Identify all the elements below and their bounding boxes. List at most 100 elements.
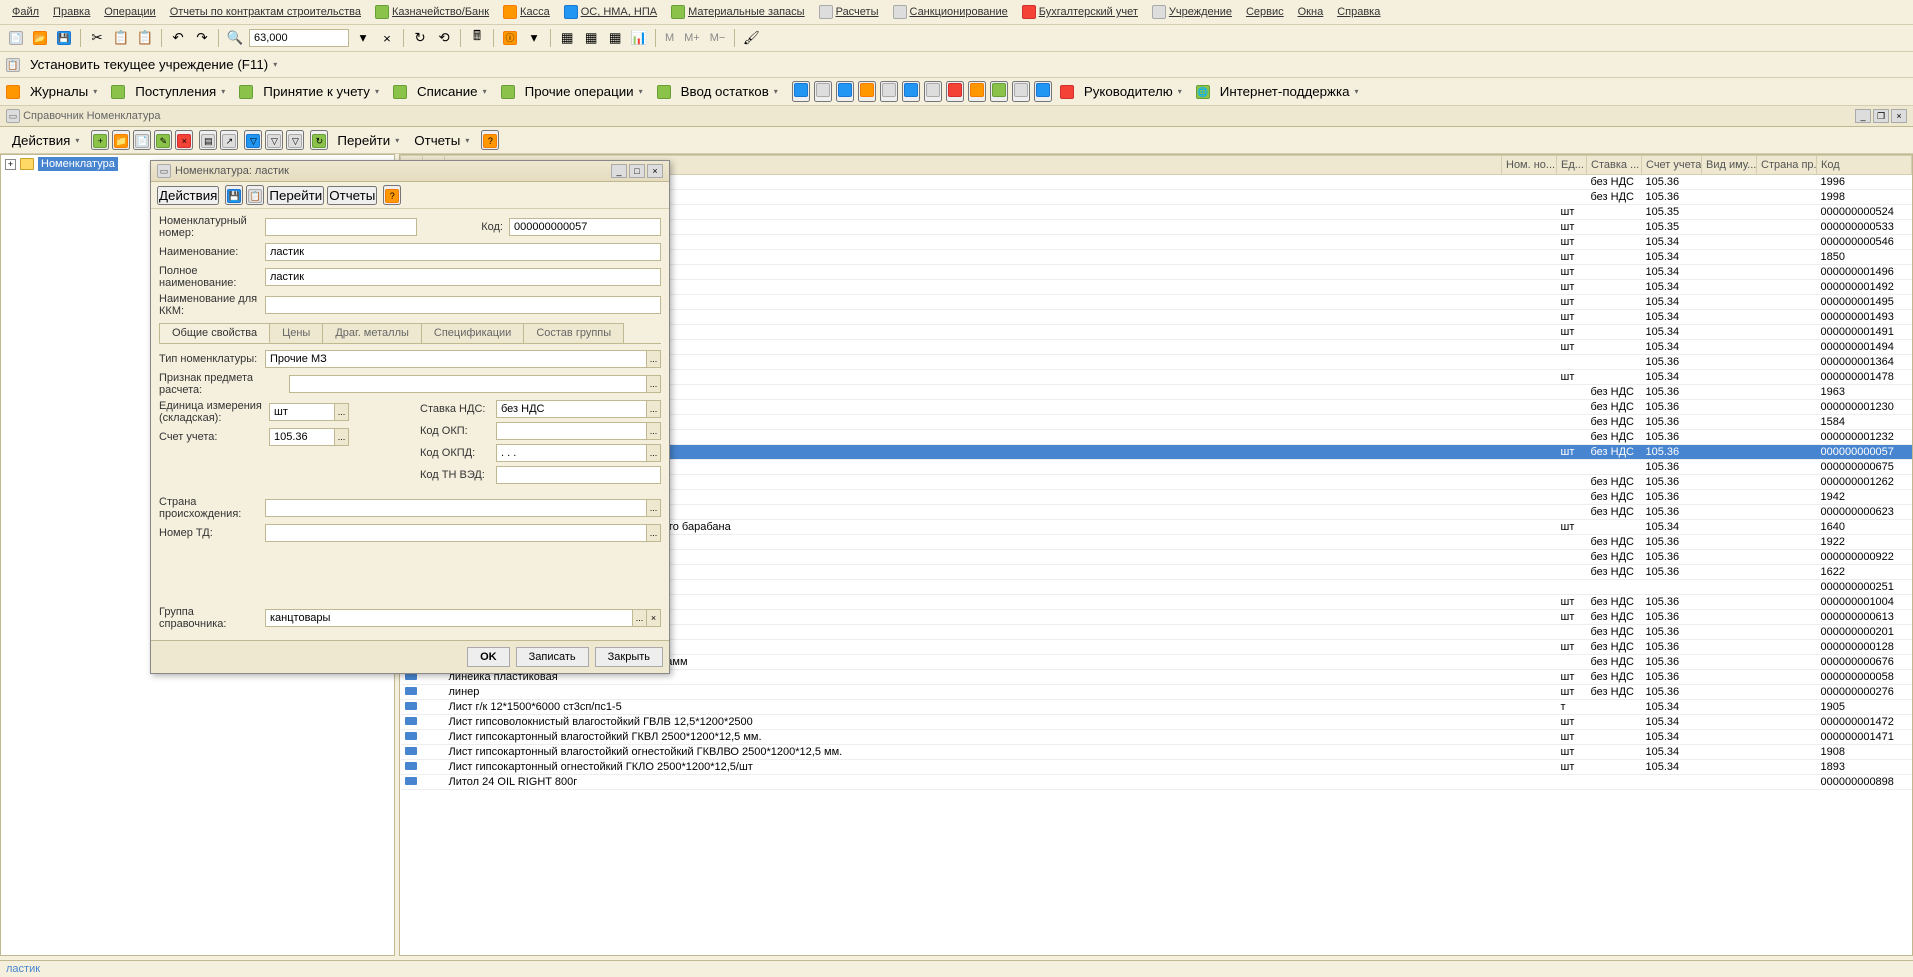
select-vat[interactable]: без НДС... — [496, 400, 661, 418]
save-button-dialog[interactable]: Записать — [516, 647, 589, 667]
menu-operations[interactable]: Операции — [98, 4, 161, 20]
select-country[interactable]: ... — [265, 499, 661, 517]
select-calcattr[interactable]: ... — [289, 375, 661, 393]
menu-os[interactable]: ОС, НМА, НПА — [558, 3, 663, 21]
copy-item-button[interactable]: 📄 — [133, 130, 151, 150]
select-type[interactable]: Прочие МЗ... — [265, 350, 661, 368]
table-row[interactable]: Лист гипсокартонный влагостойкий огнесто… — [401, 745, 1912, 760]
catalog-minimize[interactable]: _ — [1855, 109, 1871, 123]
menu-file[interactable]: Файл — [6, 4, 45, 20]
copy-button[interactable]: 📋 — [111, 28, 131, 48]
dialog-goto[interactable]: Перейти — [267, 186, 324, 205]
calc-button[interactable]: 🖩 — [467, 28, 487, 48]
tb8[interactable] — [946, 81, 964, 102]
table-row[interactable]: линерштбез НДС105.36000000000276 — [401, 685, 1912, 700]
dialog-close[interactable]: × — [647, 164, 663, 178]
info-drop[interactable]: ▾ — [524, 28, 544, 48]
col-country[interactable]: Страна пр... — [1757, 156, 1817, 175]
nav-button[interactable]: ⟲ — [434, 28, 454, 48]
help-button[interactable]: ? — [481, 130, 499, 150]
style-button[interactable]: 🖌 — [741, 28, 761, 48]
dialog-save-toolbar[interactable]: 💾 — [225, 185, 243, 205]
dialog-copy-toolbar[interactable]: 📋 — [246, 185, 264, 205]
col-vat[interactable]: Ставка ... — [1587, 156, 1642, 175]
table-row[interactable]: Лист гипсокартонный влагостойкий ГКВЛ 25… — [401, 730, 1912, 745]
catalog-goto[interactable]: Перейти — [331, 131, 405, 150]
ok-button[interactable]: OK — [467, 647, 510, 667]
refresh-button[interactable]: ↻ — [410, 28, 430, 48]
menu-org[interactable]: Учреждение — [1146, 3, 1238, 21]
tab-general[interactable]: Общие свойства — [159, 323, 270, 343]
dialog-titlebar[interactable]: ▭Номенклатура: ластик _ □ × — [151, 161, 669, 182]
filter-off-button[interactable]: ▽ — [265, 130, 283, 150]
catalog-close[interactable]: × — [1891, 109, 1907, 123]
add-button[interactable]: + — [91, 130, 109, 150]
search-input[interactable] — [249, 29, 349, 47]
tb12[interactable] — [1034, 81, 1052, 102]
menu-materials[interactable]: Материальные запасы — [665, 3, 811, 21]
select-td[interactable]: ... — [265, 524, 661, 542]
table-row[interactable]: Лист г/к 12*1500*6000 ст3сп/пс1-5т105.34… — [401, 700, 1912, 715]
add-folder-button[interactable]: 📁 — [112, 130, 130, 150]
tb9[interactable] — [968, 81, 986, 102]
menu-contract-reports[interactable]: Отчеты по контрактам строительства — [164, 4, 367, 20]
hierarchy-button[interactable]: ▤ — [199, 130, 217, 150]
redo-button[interactable]: ↷ — [192, 28, 212, 48]
paste-button[interactable]: 📋 — [135, 28, 155, 48]
input-nomno[interactable] — [265, 218, 417, 236]
input-code[interactable] — [509, 218, 661, 236]
delete-button[interactable]: × — [175, 130, 193, 150]
manager-button[interactable]: Руководителю — [1078, 82, 1188, 101]
writeoff-button[interactable]: Списание — [411, 82, 493, 101]
menu-edit[interactable]: Правка — [47, 4, 96, 20]
menu-calc[interactable]: Расчеты — [813, 3, 885, 21]
input-name[interactable] — [265, 243, 661, 261]
select-group[interactable]: канцтовары...× — [265, 609, 661, 627]
select-type-btn[interactable]: ... — [646, 351, 660, 367]
col-kind[interactable]: Вид иму... — [1702, 156, 1757, 175]
select-okpd[interactable]: . . .... — [496, 444, 661, 462]
dialog-help[interactable]: ? — [383, 185, 401, 205]
search-button[interactable]: 🔍 — [225, 28, 245, 48]
accept-button[interactable]: Принятие к учету — [257, 82, 385, 101]
tab-precmetals[interactable]: Драг. металлы — [322, 323, 422, 343]
menu-cash[interactable]: Касса — [497, 3, 556, 21]
grid-button[interactable]: ▦ — [557, 28, 577, 48]
grid3-button[interactable]: ▦ — [605, 28, 625, 48]
menu-help[interactable]: Справка — [1331, 4, 1386, 20]
other-ops-button[interactable]: Прочие операции — [519, 82, 649, 101]
save-button[interactable]: 💾 — [54, 28, 74, 48]
menu-treasury[interactable]: Казначейство/Банк — [369, 3, 495, 21]
grid2-button[interactable]: ▦ — [581, 28, 601, 48]
col-code[interactable]: Код — [1817, 156, 1912, 175]
input-fullname[interactable] — [265, 268, 661, 286]
tb7[interactable] — [924, 81, 942, 102]
tab-group[interactable]: Состав группы — [523, 323, 624, 343]
journals-button[interactable]: Журналы — [24, 82, 103, 101]
select-okp[interactable]: ... — [496, 422, 661, 440]
filter-button[interactable]: ▽ — [244, 130, 262, 150]
select-acct[interactable]: 105.36... — [269, 428, 349, 446]
open-button[interactable]: 📂 — [30, 28, 50, 48]
tab-specs[interactable]: Спецификации — [421, 323, 524, 343]
col-unit[interactable]: Ед... — [1557, 156, 1587, 175]
menu-service[interactable]: Сервис — [1240, 4, 1290, 20]
edit-button[interactable]: ✎ — [154, 130, 172, 150]
tb6[interactable] — [902, 81, 920, 102]
table-row[interactable]: Лист гипсокартонный огнестойкий ГКЛО 250… — [401, 760, 1912, 775]
tb4[interactable] — [858, 81, 876, 102]
tb10[interactable] — [990, 81, 1008, 102]
balances-button[interactable]: Ввод остатков — [675, 82, 784, 101]
info-button[interactable]: ⓘ — [500, 28, 520, 48]
menu-windows[interactable]: Окна — [1292, 4, 1330, 20]
tb2[interactable] — [814, 81, 832, 102]
refresh2-button[interactable]: ↻ — [310, 130, 328, 150]
cut-button[interactable]: ✂ — [87, 28, 107, 48]
dialog-reports[interactable]: Отчеты — [327, 186, 377, 205]
income-button[interactable]: Поступления — [129, 82, 231, 101]
select-unit[interactable]: шт... — [269, 403, 349, 421]
clear-button[interactable]: × — [377, 28, 397, 48]
tb11[interactable] — [1012, 81, 1030, 102]
filter2-button[interactable]: ▽ — [286, 130, 304, 150]
table-row[interactable]: Лист гипсоволокнистый влагостойкий ГВЛВ … — [401, 715, 1912, 730]
